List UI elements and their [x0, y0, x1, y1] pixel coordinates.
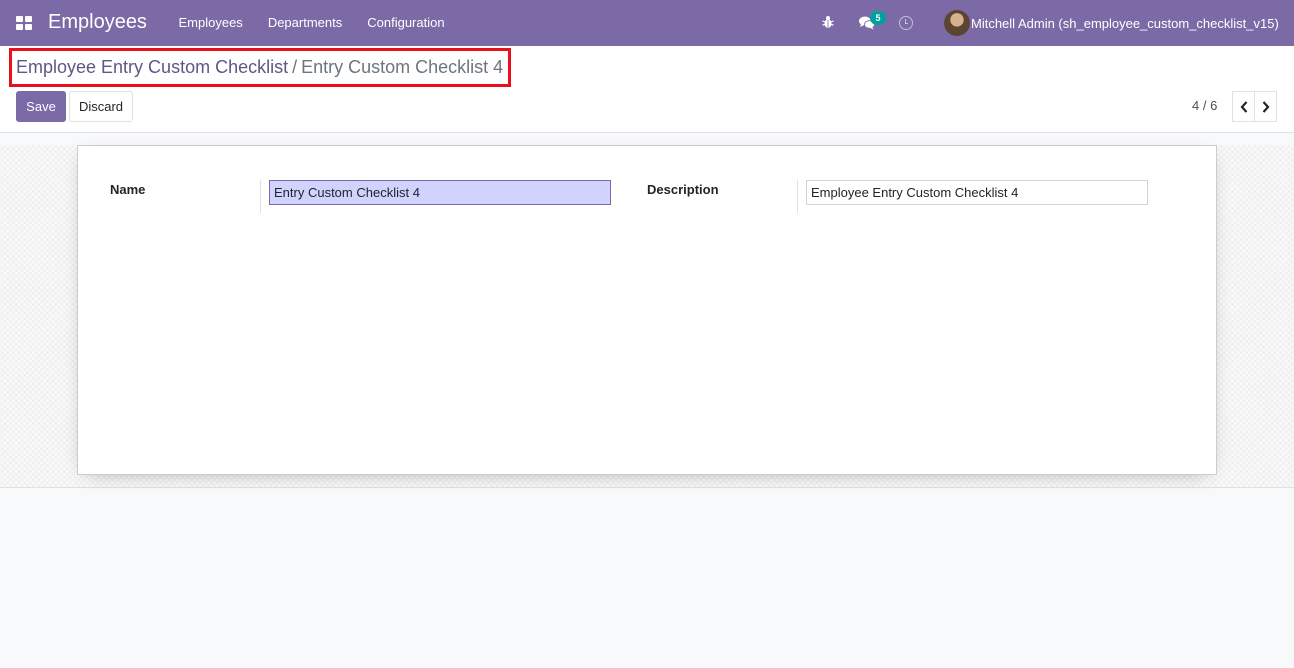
main-menu: Employees Departments Configuration	[166, 0, 457, 46]
menu-item-departments[interactable]: Departments	[255, 0, 354, 46]
breadcrumb-separator: /	[292, 57, 298, 77]
app-title[interactable]: Employees	[48, 11, 147, 34]
chevron-left-icon	[1240, 100, 1247, 113]
pager-next-button[interactable]	[1254, 91, 1277, 122]
description-label: Description	[647, 182, 719, 197]
discard-button[interactable]: Discard	[69, 91, 133, 122]
pager-value[interactable]: 4 / 6	[1192, 98, 1217, 113]
bug-icon[interactable]	[822, 15, 834, 29]
messages-count-badge: 5	[870, 11, 886, 25]
avatar	[944, 10, 970, 36]
breadcrumb-current: Entry Custom Checklist 4	[301, 57, 504, 77]
name-label: Name	[110, 182, 146, 197]
pager-previous-button[interactable]	[1232, 91, 1255, 122]
control-panel: Employee Entry Custom Checklist / Entry …	[0, 46, 1294, 133]
apps-grid-icon[interactable]	[16, 16, 32, 30]
name-input[interactable]	[269, 180, 611, 205]
menu-item-employees[interactable]: Employees	[166, 0, 255, 46]
clock-icon[interactable]	[899, 16, 913, 30]
chevron-right-icon	[1262, 100, 1269, 113]
description-input[interactable]	[806, 180, 1148, 205]
pager-buttons	[1232, 91, 1277, 122]
breadcrumb-parent-link[interactable]: Employee Entry Custom Checklist	[16, 57, 288, 78]
description-divider	[797, 180, 798, 213]
save-button[interactable]: Save	[16, 91, 66, 122]
user-menu[interactable]: Mitchell Admin (sh_employee_custom_check…	[944, 0, 1279, 46]
form-sheet: Name Description	[77, 145, 1217, 475]
top-navbar: Employees Employees Departments Configur…	[0, 0, 1294, 46]
breadcrumb: Employee Entry Custom Checklist / Entry …	[9, 48, 511, 87]
menu-item-configuration[interactable]: Configuration	[355, 0, 457, 46]
user-name: Mitchell Admin (sh_employee_custom_check…	[971, 15, 1279, 31]
name-divider	[260, 180, 261, 213]
